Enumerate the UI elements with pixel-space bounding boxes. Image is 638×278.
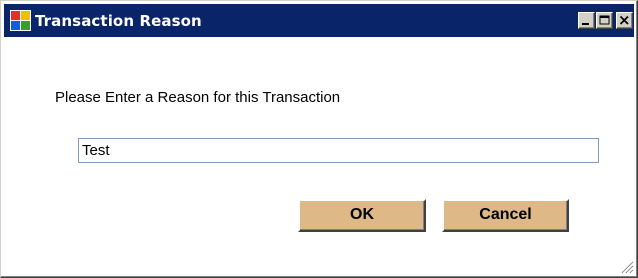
reason-prompt-label: Please Enter a Reason for this Transacti… bbox=[55, 89, 341, 106]
reason-input[interactable] bbox=[78, 138, 599, 163]
minimize-icon bbox=[582, 23, 589, 25]
maximize-button[interactable] bbox=[596, 12, 613, 29]
close-button[interactable] bbox=[616, 12, 633, 29]
minimize-button[interactable] bbox=[578, 12, 595, 29]
title-bar[interactable]: Transaction Reason bbox=[4, 4, 634, 37]
cancel-button[interactable]: Cancel bbox=[442, 199, 569, 232]
window-title: Transaction Reason bbox=[35, 12, 202, 30]
ok-button[interactable]: OK bbox=[298, 199, 426, 232]
app-icon[interactable] bbox=[10, 10, 31, 31]
maximize-icon bbox=[599, 15, 610, 25]
transaction-reason-dialog: Transaction Reason Please Enter a Reason… bbox=[0, 0, 638, 278]
resize-grip-icon[interactable] bbox=[620, 260, 634, 274]
close-icon bbox=[619, 15, 629, 25]
